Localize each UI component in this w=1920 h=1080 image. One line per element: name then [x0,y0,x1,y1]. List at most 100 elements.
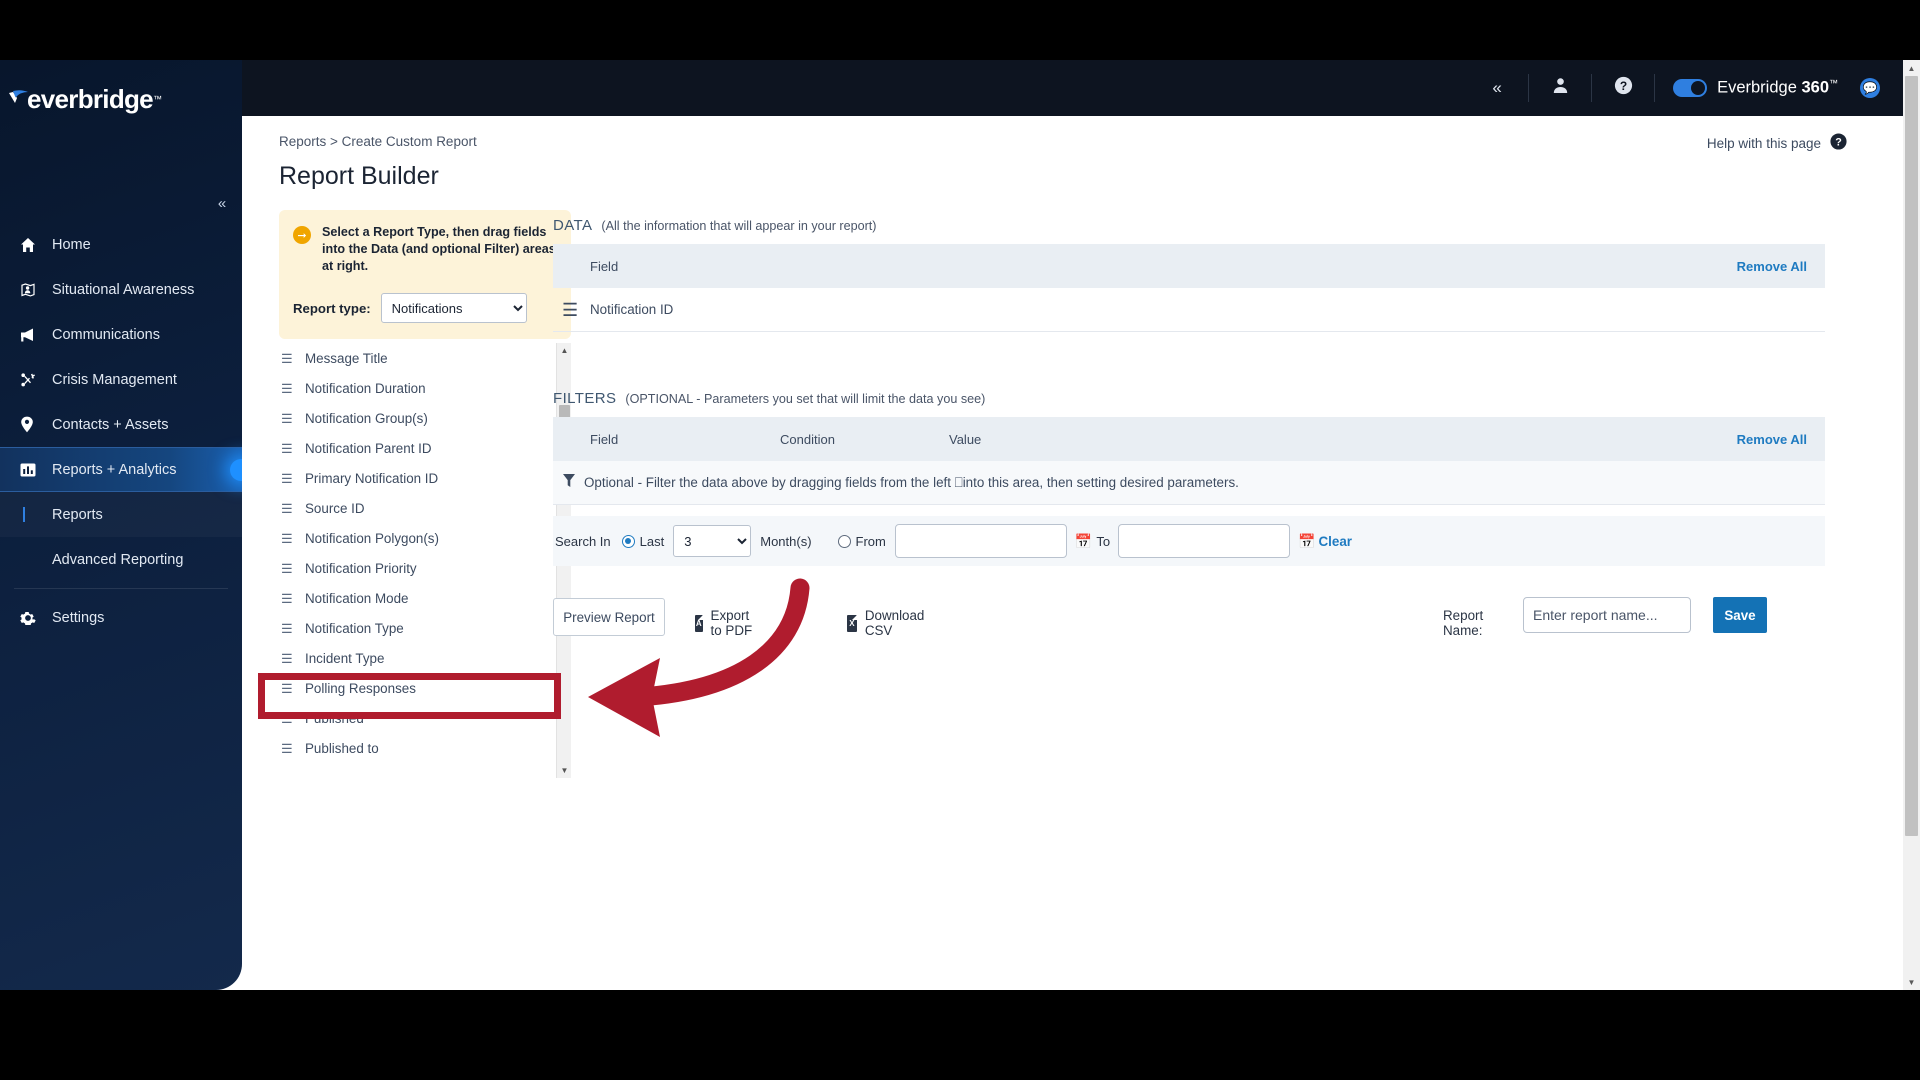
data-row[interactable]: ☰ Notification ID [553,288,1825,332]
sidebar-item-crisis-management[interactable]: Crisis Management [0,357,242,402]
page-scrollbar-thumb[interactable] [1905,76,1918,836]
product-name-label: Everbridge 360™ [1717,78,1838,97]
sidebar-item-label: Settings [52,609,105,626]
sidebar-subitem-label: Advanced Reporting [52,551,184,568]
report-type-select[interactable]: NotificationsContactsIncidentsAssets [380,293,527,323]
filters-remove-all-link[interactable]: Remove All [1737,432,1807,447]
field-list-item-label: Published [305,710,364,726]
field-list-item-label: Message Title [305,350,388,366]
drag-handle-icon[interactable]: ☰ [281,622,301,635]
save-button[interactable]: Save [1713,597,1767,633]
field-list-item[interactable]: ☰ Polling Responses [279,673,553,703]
drag-handle-icon[interactable]: ☰ [281,682,301,695]
from-date-input[interactable] [894,524,1067,558]
field-list-item[interactable]: ☰ Notification Mode [279,583,553,613]
clear-dates-link[interactable]: Clear [1318,534,1352,549]
question-circle-icon: ? [1614,76,1633,100]
page-scroll-down-icon[interactable]: ▼ [1903,974,1920,990]
field-list-item-label: Notification Polygon(s) [305,530,439,546]
breadcrumb[interactable]: Reports > Create Custom Report [279,134,477,149]
report-name-input[interactable] [1523,597,1691,633]
field-list-item[interactable]: ☰ Incident Type [279,643,553,673]
sidebar-item-reports[interactable]: Reports [0,492,242,537]
drag-handle-icon[interactable]: ☰ [281,502,301,515]
drag-handle-icon[interactable]: ☰ [281,442,301,455]
logo-trademark: ™ [152,94,162,104]
sidebar-item-situational-awareness[interactable]: Situational Awareness [0,267,242,312]
to-date-input[interactable] [1118,524,1291,558]
double-chevron-left-icon: « [1492,78,1502,97]
everbridge-360-toggle[interactable] [1673,79,1708,97]
sidebar-item-advanced-reporting[interactable]: Advanced Reporting [0,537,242,582]
help-with-this-page-link[interactable]: Help with this page ? [1707,133,1847,153]
field-list-item-label: Primary Notification ID [305,470,439,486]
search-in-row: Search In Last 13612 Month(s) From 📅 To … [553,516,1825,566]
collapse-panel-button[interactable]: « [1474,60,1520,116]
sidebar-item-settings[interactable]: Settings [0,595,242,640]
sidebar-item-contacts-assets[interactable]: Contacts + Assets [0,402,242,447]
megaphone-icon [20,327,46,343]
drag-handle-icon[interactable]: ☰ [281,352,301,365]
field-list-item[interactable]: ☰ Notification Parent ID [279,433,553,463]
field-list-item[interactable]: ☰ Source ID [279,493,553,523]
field-list-item[interactable]: ☰ Published [279,703,553,733]
download-csv-link[interactable]: X Download CSV [847,608,929,638]
help-link-label: Help with this page [1706,135,1821,151]
months-select[interactable]: 13612 [673,525,752,557]
drag-handle-icon[interactable]: ☰ [281,652,301,665]
sidebar-divider [14,588,228,589]
sidebar-item-label: Crisis Management [52,371,177,388]
current-marker-icon [20,507,46,522]
filters-column-condition: Condition [780,431,835,447]
arrow-circle-right-icon: ➞ [293,226,311,244]
sidebar-item-communications[interactable]: Communications [0,312,242,357]
page-scrollbar[interactable]: ▲ ▼ [1903,60,1920,990]
scroll-down-arrow-icon[interactable]: ▼ [557,763,572,778]
field-list-item[interactable]: ☰ Notification Duration [279,373,553,403]
filters-section-title: FILTERS [553,390,617,407]
header-divider [1528,74,1530,102]
filters-section-subtitle: (OPTIONAL - Parameters you set that will… [625,392,986,406]
field-list-item[interactable]: ☰ Published to [279,733,553,763]
calendar-icon[interactable]: 📅 [1298,533,1315,550]
drag-handle-icon[interactable]: ☰ [281,532,301,545]
everbridge-logo: everbridge ™ [8,82,218,116]
sidebar-nav-list: Home Situational Awareness Communication… [0,222,242,640]
field-list-item-label: Notification Group(s) [305,410,428,426]
field-list-item[interactable]: ☰ Notification Priority [279,553,553,583]
preview-report-button[interactable]: Preview Report [553,598,665,636]
sidebar-collapse-button[interactable]: « [209,190,235,216]
search-in-last-radio[interactable] [621,534,635,548]
data-remove-all-link[interactable]: Remove All [1737,259,1807,274]
field-list-item-label: Published to [305,740,379,756]
scroll-up-arrow-icon[interactable]: ▲ [557,343,572,358]
search-in-from-radio[interactable] [837,534,851,548]
sidebar-item-label: Communications [52,326,160,343]
search-in-from-label: From [855,533,886,549]
chat-icon[interactable]: 💬 [1860,78,1880,98]
sidebar-item-reports-analytics[interactable]: Reports + Analytics [0,447,242,492]
sidebar-item-label: Reports + Analytics [52,461,177,478]
drag-handle-icon[interactable]: ☰ [281,742,301,755]
export-to-pdf-link[interactable]: A Export to PDF [695,608,756,638]
help-button[interactable]: ? [1600,60,1646,116]
page-scroll-up-icon[interactable]: ▲ [1903,60,1920,76]
user-account-button[interactable] [1537,60,1583,116]
field-list-item[interactable]: ☰ Primary Notification ID [279,463,553,493]
drag-handle-icon[interactable]: ☰ [281,382,301,395]
field-list-item[interactable]: ☰ Notification Group(s) [279,403,553,433]
field-list-item[interactable]: ☰ Notification Polygon(s) [279,523,553,553]
drag-handle-icon[interactable]: ☰ [281,562,301,575]
data-section-header: DATA (All the information that will appe… [553,217,876,234]
sidebar-item-label: Situational Awareness [52,281,195,298]
drag-handle-icon[interactable]: ☰ [281,712,301,725]
drag-handle-icon[interactable]: ☰ [562,301,578,319]
field-list-item[interactable]: ☰ Message Title [279,343,553,373]
data-section-subtitle: (All the information that will appear in… [601,219,877,233]
calendar-icon[interactable]: 📅 [1075,533,1092,550]
drag-handle-icon[interactable]: ☰ [281,472,301,485]
field-list-item[interactable]: ☰ Notification Type [279,613,553,643]
sidebar-item-home[interactable]: Home [0,222,242,267]
drag-handle-icon[interactable]: ☰ [281,412,301,425]
drag-handle-icon[interactable]: ☰ [281,592,301,605]
